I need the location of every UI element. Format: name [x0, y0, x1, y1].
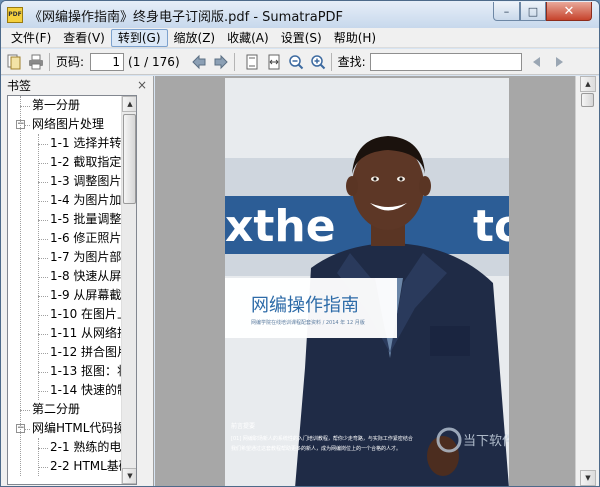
print-icon[interactable]	[27, 53, 45, 71]
tree-connector	[38, 220, 48, 221]
bookmarks-sidebar: 书签 × 第一分册网络图片处理−1-1 选择并转换图片1-2 截取指定区域1-3…	[1, 76, 154, 486]
tree-item-chapter[interactable]: 1-12 拼合图片	[50, 343, 129, 362]
menu-view[interactable]: 查看(V)	[57, 29, 111, 47]
tree-connector	[38, 467, 48, 468]
page-count: (1 / 176)	[128, 54, 180, 69]
foreword-line-1: [01] 网编职场新人的系统性的入门培训教程，帮你少走弯路，与实际工作紧密结合	[231, 435, 413, 442]
sidebar-title: 书签	[7, 78, 32, 93]
tree-connector	[38, 448, 48, 449]
foreword-title: 前言提要	[231, 422, 255, 430]
minimize-icon: –	[503, 4, 510, 18]
toolbar: 页码: 1 (1 / 176) 查找:	[1, 49, 599, 75]
bookmarks-tree[interactable]: 第一分册网络图片处理−1-1 选择并转换图片1-2 截取指定区域1-3 调整图片…	[7, 95, 137, 485]
tree-item-label: 第一分册	[32, 98, 81, 112]
close-icon: ✕	[563, 3, 575, 19]
tree-scrollbar[interactable]: ▲ ▼	[121, 96, 136, 484]
cover-photo: xthe to	[225, 78, 509, 486]
cover-subtitle: 网编学院在线培训课程配套资料 / 2014 年 12 月版	[251, 319, 365, 326]
doc-scroll-up-arrow[interactable]: ▲	[580, 76, 596, 92]
toolbar-separator	[49, 52, 50, 71]
backdrop-text: xthe	[225, 201, 336, 252]
next-page-icon[interactable]	[212, 53, 230, 71]
maximize-icon: □	[527, 4, 539, 18]
tree-item-section[interactable]: 第二分册	[32, 400, 80, 419]
menu-bar: 文件(F) 查看(V) 转到(G) 缩放(Z) 收藏(A) 设置(S) 帮助(H…	[1, 28, 599, 48]
menu-file[interactable]: 文件(F)	[5, 29, 57, 47]
find-previous-icon[interactable]	[528, 53, 546, 71]
tree-guide	[38, 438, 39, 476]
tree-guide	[38, 134, 39, 400]
tree-connector	[38, 296, 48, 297]
scroll-down-arrow[interactable]: ▼	[122, 468, 136, 484]
tree-connector	[20, 410, 30, 411]
toolbar-separator	[330, 52, 332, 71]
document-scrollbar[interactable]: ▲ ▼	[575, 76, 599, 486]
tree-item-section[interactable]: 网络图片处理	[32, 115, 104, 134]
fit-width-icon[interactable]	[265, 53, 283, 71]
page-number-input[interactable]: 1	[90, 52, 125, 71]
previous-page-icon[interactable]	[190, 53, 208, 71]
menu-help[interactable]: 帮助(H)	[328, 29, 382, 47]
scroll-thumb[interactable]	[123, 114, 136, 204]
sumatra-pdf-icon: PDF	[7, 7, 23, 23]
tree-connector	[38, 277, 48, 278]
foreword-line-2: 我们希望通过这套教程帮助更多的新人，成为网编岗位上的一个合格的人才。	[231, 445, 401, 452]
tree-connector	[38, 239, 48, 240]
tree-connector	[38, 144, 48, 145]
find-input[interactable]	[369, 52, 522, 71]
title-bar[interactable]: PDF 《网编操作指南》终身电子订阅版.pdf - SumatraPDF – □…	[1, 1, 599, 28]
sidebar-close-icon[interactable]: ×	[137, 78, 147, 92]
menu-zoom[interactable]: 缩放(Z)	[168, 29, 222, 47]
open-file-icon[interactable]	[5, 53, 23, 71]
close-button[interactable]: ✕	[546, 2, 592, 21]
backdrop-text-2: to	[473, 201, 509, 252]
doc-scroll-thumb[interactable]	[581, 93, 594, 107]
tree-connector	[38, 163, 48, 164]
tree-guide	[20, 96, 21, 476]
find-next-icon[interactable]	[550, 53, 568, 71]
document-view[interactable]: xthe to	[155, 76, 575, 486]
tree-connector	[38, 201, 48, 202]
tree-connector	[38, 258, 48, 259]
tree-item-label: 1-12 拼合图片	[50, 345, 130, 359]
tree-item-label: 网络图片处理	[32, 117, 105, 131]
tree-item-label: 第二分册	[32, 402, 81, 416]
sidebar-header: 书签 ×	[1, 76, 153, 94]
scroll-up-arrow[interactable]: ▲	[122, 96, 136, 112]
zoom-out-icon[interactable]	[287, 53, 305, 71]
tree-connector	[38, 334, 48, 335]
maximize-button[interactable]: □	[520, 2, 546, 21]
find-label: 查找:	[337, 55, 366, 69]
menu-favorites[interactable]: 收藏(A)	[221, 29, 275, 47]
window-title: 《网编操作指南》终身电子订阅版.pdf - SumatraPDF	[29, 10, 344, 25]
tree-connector	[38, 372, 48, 373]
tree-connector	[20, 106, 30, 107]
tree-item-section[interactable]: 第一分册	[32, 96, 80, 115]
app-window: PDF 《网编操作指南》终身电子订阅版.pdf - SumatraPDF – □…	[0, 0, 600, 487]
menu-settings[interactable]: 设置(S)	[275, 29, 328, 47]
toolbar-separator	[233, 52, 235, 71]
tree-connector	[38, 391, 48, 392]
tree-connector	[38, 315, 48, 316]
menu-goto[interactable]: 转到(G)	[110, 28, 168, 47]
doc-scroll-down-arrow[interactable]: ▼	[580, 470, 596, 486]
tree-connector	[38, 182, 48, 183]
page-label: 页码:	[56, 55, 85, 69]
fit-page-icon[interactable]	[243, 53, 261, 71]
cover-title: 网编操作指南	[251, 295, 359, 316]
watermark-text: 当下软件园	[463, 434, 509, 449]
tree-connector	[38, 353, 48, 354]
pdf-page: xthe to	[225, 78, 509, 486]
zoom-in-icon[interactable]	[309, 53, 327, 71]
minimize-button[interactable]: –	[493, 2, 520, 21]
